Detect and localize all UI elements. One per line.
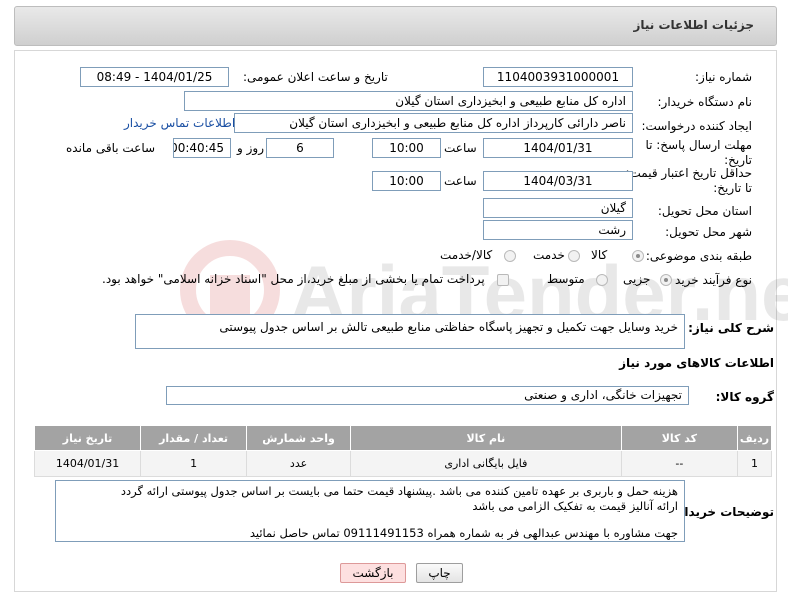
treasury-payment-checkbox[interactable] — [497, 274, 509, 286]
description-field: خرید وسایل جهت تکمیل و تجهیز پاسگاه حفاظ… — [135, 314, 685, 349]
treasury-payment-note: پرداخت تمام یا بخشی از مبلغ خرید،از محل … — [102, 272, 485, 286]
cell-row-number: 1 — [737, 450, 772, 477]
city-label: شهر محل تحویل: — [665, 225, 752, 239]
process-option-minor: جزیی — [623, 272, 651, 286]
creator-field: ناصر دارائی کارپرداز اداره کل منابع طبیع… — [234, 113, 633, 133]
reply-deadline-label-2: تاریخ: — [724, 153, 752, 167]
col-unit: واحد شمارش — [246, 425, 352, 451]
validity-date-field: 1404/03/31 — [483, 171, 633, 191]
validity-time-field: 10:00 — [372, 171, 441, 191]
creator-label: ایجاد کننده درخواست: — [641, 119, 752, 133]
process-option-medium: متوسط — [547, 272, 585, 286]
buyer-notes-line-2: ارائه آنالیز قیمت به تفکیک الزامی می باش… — [472, 499, 678, 513]
province-field: گیلان — [483, 198, 633, 218]
table-row: 1 -- فایل بایگانی اداری عدد 1 1404/01/31 — [33, 450, 772, 477]
validity-time-label: ساعت — [444, 174, 477, 188]
reply-time-field: 10:00 — [372, 138, 441, 158]
city-field: رشت — [483, 220, 633, 240]
remaining-label: ساعت باقی مانده — [66, 141, 156, 155]
buyer-notes-line-3: جهت مشاوره با مهندس عبدالهی فر به شماره … — [249, 526, 678, 540]
remaining-time-field: 00:40:45 — [173, 138, 231, 158]
cell-goods-code: -- — [620, 450, 739, 477]
col-row-number: ردیف — [737, 425, 772, 451]
process-label: نوع فرآیند خرید : — [667, 273, 752, 287]
need-number-field: 1104003931000001 — [483, 67, 633, 87]
goods-group-field: تجهیزات خانگی، اداری و صنعتی — [166, 386, 689, 405]
days-field: 6 — [266, 138, 334, 158]
goods-group-label: گروه کالا: — [715, 390, 774, 404]
reply-deadline-label: مهلت ارسال پاسخ: تا — [645, 138, 752, 152]
category-radio-goods[interactable] — [632, 250, 644, 262]
validity-label: حداقل تاریخ اعتبار قیمت: — [625, 166, 752, 180]
province-label: استان محل تحویل: — [657, 204, 752, 218]
cell-quantity: 1 — [140, 450, 248, 477]
page-title: جزئیات اطلاعات نیاز — [633, 18, 754, 32]
buyer-org-label: نام دستگاه خریدار: — [657, 95, 753, 109]
reply-time-label: ساعت — [444, 141, 477, 155]
col-need-date: تاریخ نیاز — [33, 425, 142, 451]
category-option-goods-service: کالا/خدمت — [440, 248, 493, 262]
need-number-label: شماره نیاز: — [695, 70, 752, 84]
print-button[interactable]: چاپ — [416, 563, 463, 583]
cell-goods-name: فایل بایگانی اداری — [350, 450, 622, 477]
cell-need-date: 1404/01/31 — [33, 450, 142, 477]
cell-unit: عدد — [246, 450, 352, 477]
col-goods-code: کد کالا — [620, 425, 739, 451]
table-header-row: ردیف کد کالا نام کالا واحد شمارش تعداد /… — [33, 425, 772, 451]
col-quantity: تعداد / مقدار — [140, 425, 248, 451]
buyer-notes-field: هزینه حمل و باربری بر عهده تامین کننده م… — [55, 480, 685, 542]
back-button[interactable]: بازگشت — [340, 563, 406, 583]
col-goods-name: نام کالا — [350, 425, 622, 451]
category-label: طبقه بندی موضوعی: — [645, 249, 752, 263]
buyer-notes-label: توضیحات خریدار: — [672, 505, 774, 519]
category-radio-goods-service[interactable] — [504, 250, 516, 262]
goods-table: ردیف کد کالا نام کالا واحد شمارش تعداد /… — [33, 425, 772, 477]
buyer-org-field: اداره کل منابع طبیعی و ابخیزداری استان گ… — [184, 91, 633, 111]
buyer-notes-line-1: هزینه حمل و باربری بر عهده تامین کننده م… — [120, 484, 678, 498]
validity-label-2: تا تاریخ: — [713, 181, 752, 195]
process-radio-minor[interactable] — [660, 274, 672, 286]
page-header: جزئیات اطلاعات نیاز — [14, 6, 777, 46]
buyer-contact-link[interactable]: اطلاعات تماس خریدار — [124, 116, 235, 130]
reply-date-field: 1404/01/31 — [483, 138, 633, 158]
announce-label: تاریخ و ساعت اعلان عمومی: — [243, 70, 388, 84]
category-radio-service[interactable] — [568, 250, 580, 262]
category-option-service: خدمت — [533, 248, 565, 262]
days-label: روز و — [237, 141, 264, 155]
process-radio-medium[interactable] — [596, 274, 608, 286]
description-label: شرح کلی نیاز: — [688, 321, 774, 335]
goods-info-title: اطلاعات کالاهای مورد نیاز — [619, 356, 774, 370]
announce-datetime-field: 1404/01/25 - 08:49 — [80, 67, 229, 87]
category-option-goods: کالا — [591, 248, 608, 262]
